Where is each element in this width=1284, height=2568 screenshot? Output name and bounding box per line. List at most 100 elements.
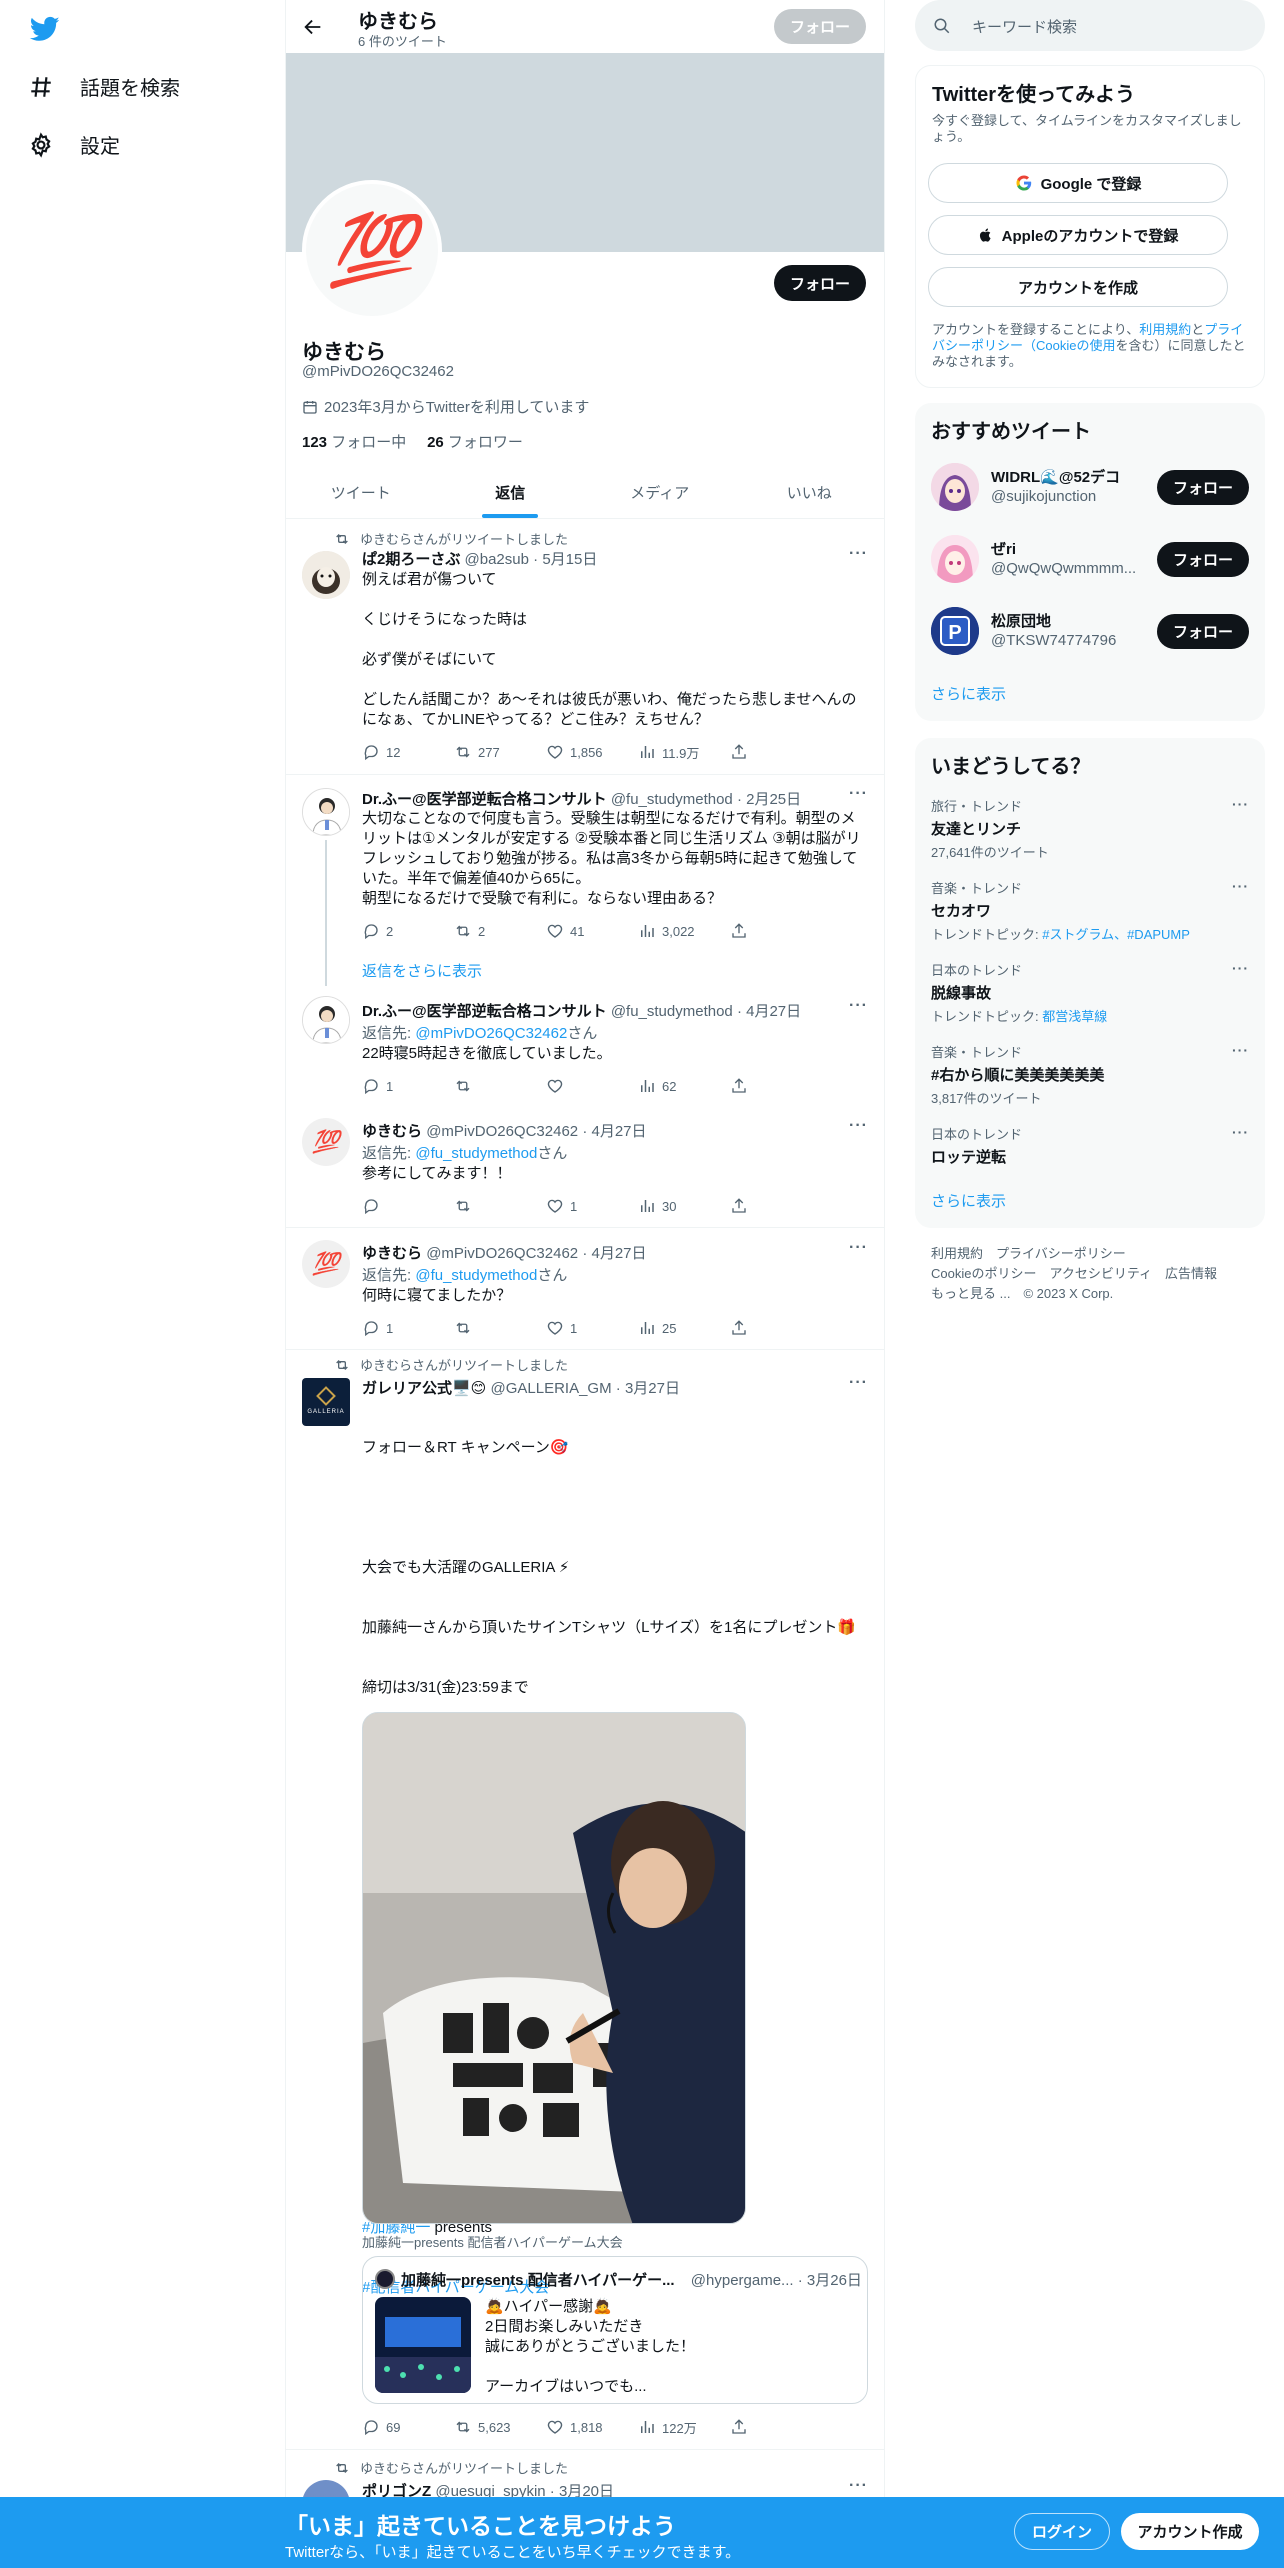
trend-item[interactable]: 音楽・トレンド #右から順に美美美美美美 3,817件のツイート ··· — [931, 1042, 1249, 1107]
tab-media[interactable]: メディア — [585, 466, 735, 518]
google-signup-button[interactable]: Google で登録 — [928, 163, 1228, 203]
twitter-bird-icon[interactable] — [28, 14, 62, 44]
views-button[interactable]: 122万 — [638, 2417, 730, 2437]
retweet-button[interactable]: 277 — [454, 742, 546, 762]
tweet-author-name[interactable]: ゆきむら — [362, 1245, 422, 1262]
trend-item[interactable]: 日本のトレンド 脱線事故 トレンドトピック: 都営浅草線 ··· — [931, 960, 1249, 1025]
share-button[interactable] — [730, 1076, 760, 1096]
user-avatar[interactable] — [931, 535, 979, 583]
quoted-tweet[interactable]: 加藤純一presents 配信者ハイパーゲー... @hypergame... … — [362, 2256, 868, 2404]
tweet[interactable]: ゆきむらさんがリツイートしました ぱ2期ろーさぶ @ba2sub · 5月15日… — [286, 519, 884, 775]
tweet-photo[interactable] — [362, 1712, 746, 2224]
tweet[interactable]: 💯 ゆきむら @mPivDO26QC32462 · 4月27日 ··· 返信先:… — [286, 1106, 884, 1228]
user-avatar[interactable] — [302, 996, 350, 1044]
apple-signup-button[interactable]: Appleのアカウントで登録 — [928, 215, 1228, 255]
more-icon[interactable]: ··· — [849, 1239, 868, 1257]
show-more-replies-link[interactable]: 返信をさらに表示 — [362, 960, 482, 981]
user-avatar[interactable] — [302, 2480, 350, 2497]
tweet-date[interactable]: 4月27日 — [592, 1245, 647, 1262]
tweet-author-handle[interactable]: @ba2sub — [465, 551, 529, 568]
user-avatar[interactable]: P — [931, 607, 979, 655]
create-account-button[interactable]: アカウントを作成 — [928, 267, 1228, 307]
retweet-button[interactable] — [454, 1076, 546, 1096]
tab-replies[interactable]: 返信 — [436, 466, 586, 518]
tweet-author-name[interactable]: ポリゴンZ — [362, 2483, 431, 2497]
retweet-button[interactable] — [454, 1318, 546, 1338]
header-follow-button[interactable]: フォロー — [774, 9, 866, 44]
reply-button[interactable] — [362, 1196, 454, 1216]
more-icon[interactable]: ··· — [849, 2477, 868, 2495]
nav-item-explore[interactable]: 話題を検索 — [28, 72, 180, 101]
reply-button[interactable]: 1 — [362, 1318, 454, 1338]
following-link[interactable]: 123 フォロー中 — [302, 434, 406, 451]
trend-topics-link[interactable]: 都営浅草線 — [1042, 1009, 1107, 1024]
retweet-button[interactable]: 2 — [454, 921, 546, 941]
footer-line[interactable]: Cookieのポリシー アクセシビリティ 広告情報 — [931, 1264, 1217, 1284]
galleria-logo[interactable]: GALLERIA — [302, 1378, 350, 1426]
tweet[interactable]: 💯 ゆきむら @mPivDO26QC32462 · 4月27日 ··· 返信先:… — [286, 1228, 884, 1350]
like-button[interactable]: 1 — [546, 1318, 638, 1338]
views-button[interactable]: 62 — [638, 1076, 730, 1096]
like-button[interactable]: 1 — [546, 1196, 638, 1216]
tweet-author-handle[interactable]: @uesugi_spykin — [435, 2483, 545, 2497]
share-button[interactable] — [730, 921, 760, 941]
more-icon[interactable]: ··· — [849, 1117, 868, 1135]
recommended-show-more[interactable]: さらに表示 — [931, 683, 1006, 704]
more-icon[interactable]: ··· — [1232, 796, 1249, 812]
reply-button[interactable]: 1 — [362, 1076, 454, 1096]
like-button[interactable] — [546, 1076, 638, 1096]
footer-line[interactable]: 利用規約 プライバシーポリシー — [931, 1244, 1217, 1264]
tweet-author-name[interactable]: Dr.ふー@医学部逆転合格コンサルト — [362, 1003, 607, 1020]
tab-likes[interactable]: いいね — [735, 466, 885, 518]
user-avatar[interactable] — [931, 463, 979, 511]
like-button[interactable]: 41 — [546, 921, 638, 941]
views-button[interactable]: 3,022 — [638, 921, 730, 941]
tweet-author-name[interactable]: ゆきむら — [362, 1123, 422, 1140]
more-icon[interactable]: ··· — [1232, 1124, 1249, 1140]
retweet-button[interactable] — [454, 1196, 546, 1216]
user-avatar[interactable]: 💯 — [302, 1118, 350, 1166]
more-icon[interactable]: ··· — [849, 997, 868, 1015]
nav-item-settings[interactable]: 設定 — [28, 130, 120, 159]
followers-link[interactable]: 26 フォロワー — [427, 434, 523, 451]
user-avatar[interactable] — [302, 551, 350, 599]
user-avatar[interactable]: 💯 — [302, 1240, 350, 1288]
retweet-button[interactable]: 5,623 — [454, 2417, 546, 2437]
tweet[interactable]: Dr.ふー@医学部逆転合格コンサルト @fu_studymethod · 2月2… — [286, 776, 884, 986]
recommended-follow-button[interactable]: フォロー — [1157, 542, 1249, 577]
recommended-user[interactable]: ぜri @QwQwQwmmmm... フォロー — [931, 535, 1249, 583]
share-button[interactable] — [730, 742, 760, 762]
like-button[interactable]: 1,818 — [546, 2417, 638, 2437]
tweet-date[interactable]: 3月20日 — [559, 2483, 614, 2497]
footer-line[interactable]: もっと見る ... © 2023 X Corp. — [931, 1284, 1217, 1304]
tweet-date[interactable]: 4月27日 — [746, 1003, 801, 1020]
trend-item[interactable]: 日本のトレンド ロッテ逆転 ··· — [931, 1124, 1249, 1167]
more-icon[interactable]: ··· — [1232, 878, 1249, 894]
tweet-author-handle[interactable]: @fu_studymethod — [611, 1003, 733, 1020]
more-icon[interactable]: ··· — [849, 785, 868, 803]
views-button[interactable]: 30 — [638, 1196, 730, 1216]
more-icon[interactable]: ··· — [1232, 960, 1249, 976]
tweet-author-handle[interactable]: @fu_studymethod — [611, 791, 733, 808]
reply-button[interactable]: 69 — [362, 2417, 454, 2437]
tweet-date[interactable]: 2月25日 — [746, 791, 801, 808]
more-icon[interactable]: ··· — [849, 1374, 868, 1392]
tweet[interactable]: Dr.ふー@医学部逆転合格コンサルト @fu_studymethod · 4月2… — [286, 986, 884, 1106]
reply-to-link[interactable]: @fu_studymethod — [415, 1267, 537, 1284]
share-button[interactable] — [730, 2417, 760, 2437]
profile-avatar[interactable]: 💯 — [302, 180, 442, 320]
back-arrow-icon[interactable] — [302, 16, 324, 38]
recommended-user[interactable]: WIDRL🌊@52デコ @sujikojunction フォロー — [931, 463, 1249, 511]
terms-link[interactable]: 利用規約 — [1139, 322, 1191, 337]
tweet-date[interactable]: 5月15日 — [542, 551, 597, 568]
profile-follow-button[interactable]: フォロー — [774, 265, 866, 301]
trends-show-more[interactable]: さらに表示 — [931, 1190, 1006, 1211]
tweet[interactable]: ゆきむらさんがリツイートしました ポリゴンZ @uesugi_spykin · … — [286, 2450, 884, 2497]
tweet-date[interactable]: 3月27日 — [625, 1380, 680, 1397]
share-button[interactable] — [730, 1196, 760, 1216]
tweet-author-handle[interactable]: @mPivDO26QC32462 — [426, 1245, 578, 1262]
tweet-date[interactable]: 4月27日 — [592, 1123, 647, 1140]
tweet-author-name[interactable]: Dr.ふー@医学部逆転合格コンサルト — [362, 791, 607, 808]
more-icon[interactable]: ··· — [1232, 1042, 1249, 1058]
reply-button[interactable]: 12 — [362, 742, 454, 762]
